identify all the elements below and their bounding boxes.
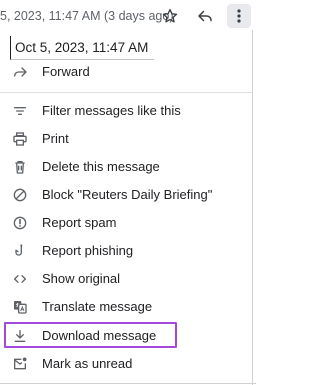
- block-icon: [12, 187, 28, 203]
- trash-icon: [12, 159, 28, 175]
- message-date: Oct 5, 2023, 11:47 AM: [15, 40, 149, 55]
- code-icon: [12, 271, 28, 287]
- mark-unread-icon: [12, 356, 28, 372]
- filter-icon: [12, 103, 28, 119]
- menu-item-label: Delete this message: [42, 159, 160, 174]
- translate-icon: [12, 299, 28, 315]
- menu-item-show-original[interactable]: Show original: [0, 266, 250, 292]
- more-options-button[interactable]: [227, 4, 251, 28]
- message-timestamp: 5, 2023, 11:47 AM (3 days ago): [0, 9, 174, 23]
- menu-item-mark-unread[interactable]: Mark as unread: [0, 351, 250, 377]
- menu-item-report-phishing[interactable]: Report phishing: [0, 238, 250, 264]
- more-vert-icon: [237, 9, 241, 23]
- menu-right-border: [252, 30, 253, 385]
- download-icon: [12, 328, 28, 344]
- menu-item-label: Filter messages like this: [42, 103, 181, 118]
- forward-icon: [12, 64, 28, 80]
- menu-item-label: Translate message: [42, 299, 153, 314]
- menu-item-block[interactable]: Block "Reuters Daily Briefing": [0, 182, 250, 208]
- menu-item-label: Show original: [42, 271, 121, 286]
- reply-icon[interactable]: [195, 6, 215, 26]
- menu-item-delete[interactable]: Delete this message: [0, 154, 250, 180]
- menu-item-download[interactable]: Download message: [0, 323, 250, 349]
- menu-item-filter[interactable]: Filter messages like this: [0, 98, 250, 124]
- menu-item-label: Mark as unread: [42, 356, 133, 371]
- phishing-icon: [12, 243, 28, 259]
- menu-item-translate[interactable]: Translate message: [0, 294, 250, 320]
- menu-item-label: Block "Reuters Daily Briefing": [42, 187, 213, 202]
- menu-item-label: Print: [42, 131, 69, 146]
- menu-item-report-spam[interactable]: Report spam: [0, 210, 250, 236]
- print-icon: [12, 131, 28, 147]
- menu-item-label: Report phishing: [42, 243, 134, 258]
- menu-item-print[interactable]: Print: [0, 126, 250, 152]
- menu-item-label: Report spam: [42, 215, 117, 230]
- menu-divider: [0, 92, 252, 93]
- message-header-strip: 5, 2023, 11:47 AM (3 days ago): [0, 0, 256, 32]
- menu-item-label: Download message: [42, 328, 157, 343]
- menu-bottom-border: [0, 383, 256, 384]
- menu-item-label: Forward: [42, 64, 90, 79]
- menu-item-forward[interactable]: Forward: [0, 59, 250, 85]
- spam-icon: [12, 215, 28, 231]
- star-icon[interactable]: [160, 6, 180, 26]
